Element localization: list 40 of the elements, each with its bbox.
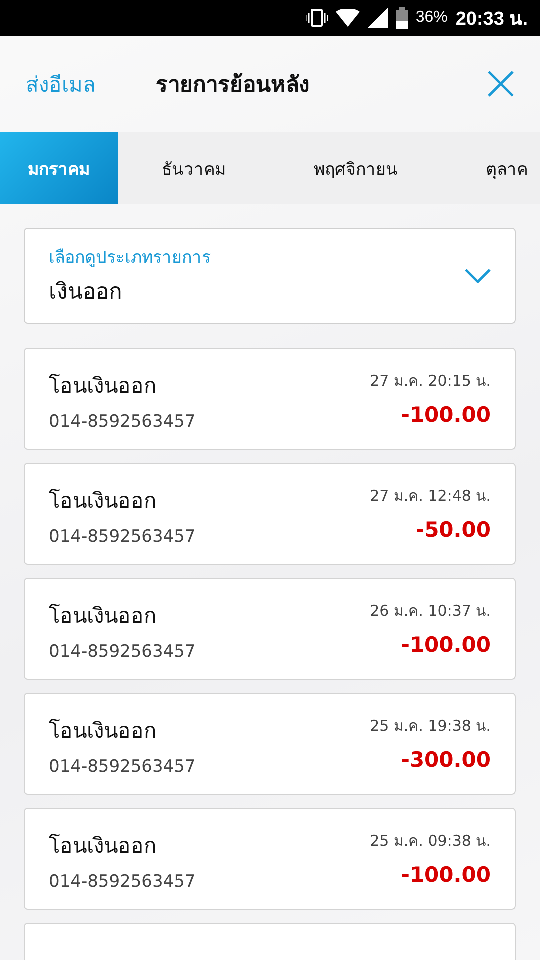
transaction-card[interactable]: โอนเงินออก 014-8592563457 26 ม.ค. 10:37 น. -100.00 bbox=[24, 578, 516, 680]
transaction-title: โอนเงินออก bbox=[49, 488, 157, 515]
transaction-title: โอนเงินออก bbox=[49, 373, 157, 400]
close-button[interactable] bbox=[486, 69, 516, 99]
account-number: 014-8592563457 bbox=[49, 412, 196, 432]
transaction-datetime: 25 ม.ค. 09:38 น. bbox=[370, 831, 491, 852]
account-number: 014-8592563457 bbox=[49, 872, 196, 892]
account-number: 014-8592563457 bbox=[49, 642, 196, 662]
transaction-datetime: 26 ม.ค. 10:37 น. bbox=[370, 601, 491, 622]
transaction-datetime: 27 ม.ค. 12:48 น. bbox=[370, 486, 491, 507]
screen-title: รายการย้อนหลัง bbox=[156, 72, 311, 100]
transaction-title: โอนเงินออก bbox=[49, 603, 157, 630]
transaction-title: โอนเงินออก bbox=[49, 833, 157, 860]
chevron-down-icon bbox=[465, 269, 491, 283]
signal-icon bbox=[368, 8, 388, 28]
wifi-icon bbox=[336, 9, 360, 27]
transaction-amount: -100.00 bbox=[401, 863, 491, 887]
vibrate-icon bbox=[306, 8, 328, 28]
transaction-card[interactable]: โอนเงินออก 014-8592563457 25 ม.ค. 09:38 น. -100.00 bbox=[24, 808, 516, 910]
battery-icon bbox=[396, 7, 408, 29]
transaction-amount: -300.00 bbox=[401, 748, 491, 772]
month-tab[interactable]: ตุลาค bbox=[442, 132, 540, 204]
transaction-card[interactable]: โอนเงินออก 014-8592563457 27 ม.ค. 12:48 น. -50.00 bbox=[24, 463, 516, 565]
month-tab[interactable]: ธันวาคม bbox=[118, 132, 270, 204]
transaction-datetime: 27 ม.ค. 20:15 น. bbox=[370, 371, 491, 392]
account-number: 014-8592563457 bbox=[49, 757, 196, 777]
month-tab[interactable]: พฤศจิกายน bbox=[270, 132, 442, 204]
transaction-amount: -100.00 bbox=[401, 403, 491, 427]
transaction-amount: -50.00 bbox=[416, 518, 491, 542]
transaction-amount: -100.00 bbox=[401, 633, 491, 657]
transaction-title: โอนเงินออก bbox=[49, 718, 157, 745]
clock-time: 20:33 น. bbox=[456, 8, 528, 32]
type-dropdown[interactable]: เลือกดูประเภทรายการ เงินออก bbox=[24, 228, 516, 324]
dropdown-label: เลือกดูประเภทรายการ bbox=[49, 247, 212, 270]
account-number: 014-8592563457 bbox=[49, 527, 196, 547]
dropdown-value: เงินออก bbox=[49, 279, 123, 307]
transaction-card[interactable]: โอนเงินออก 014-8592563457 25 ม.ค. 19:38 น. -300.00 bbox=[24, 693, 516, 795]
transaction-card[interactable]: โอนเงินออก 014-8592563457 27 ม.ค. 20:15 น. -100.00 bbox=[24, 348, 516, 450]
transaction-datetime: 25 ม.ค. 19:38 น. bbox=[370, 716, 491, 737]
battery-percent: 36% bbox=[416, 9, 448, 27]
